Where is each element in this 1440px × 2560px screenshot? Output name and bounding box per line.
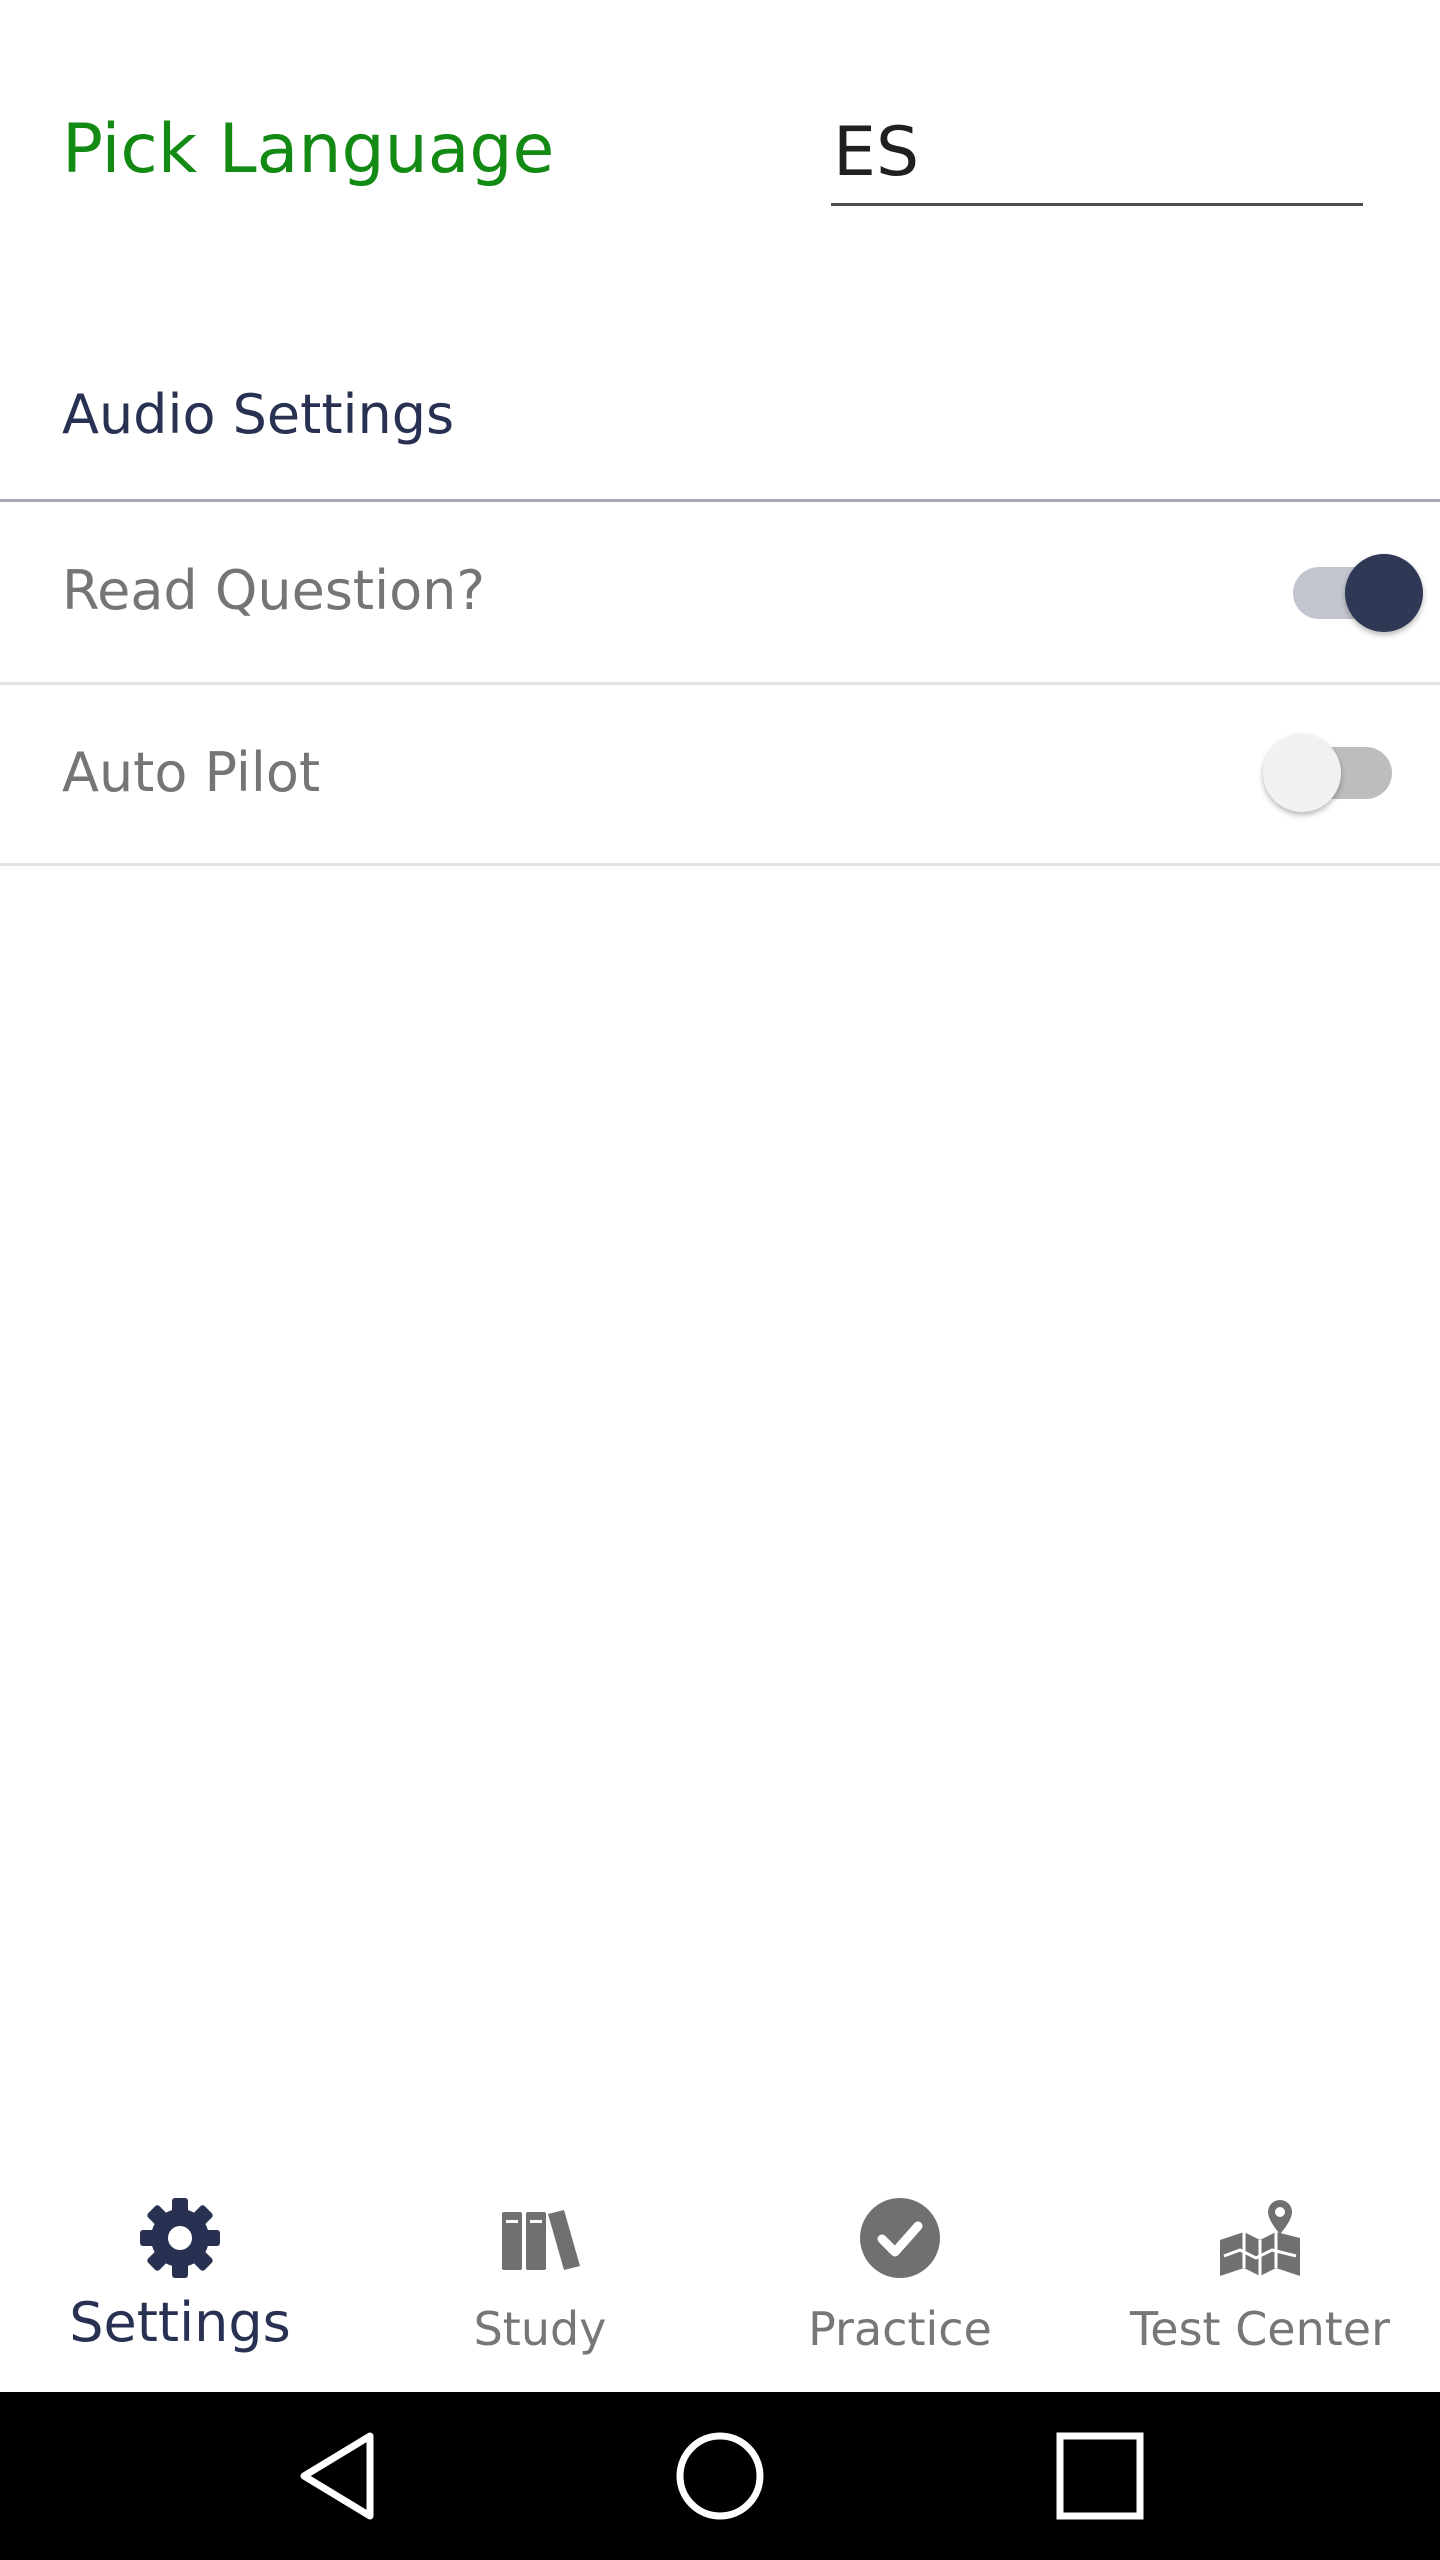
- back-icon[interactable]: [290, 2426, 390, 2526]
- language-input[interactable]: [831, 108, 1363, 206]
- read-question-label: Read Question?: [62, 559, 486, 622]
- read-question-toggle[interactable]: [1345, 554, 1423, 632]
- nav-item-practice[interactable]: Practice: [720, 2158, 1080, 2392]
- section-divider: [0, 499, 1440, 502]
- language-row: Pick Language: [0, 0, 1440, 260]
- nav-item-settings[interactable]: Settings: [0, 2158, 360, 2392]
- recents-icon[interactable]: [1050, 2426, 1150, 2526]
- map-pin-icon: [1220, 2200, 1300, 2276]
- nav-label-test-center: Test Center: [1129, 2302, 1391, 2356]
- audio-settings-heading: Audio Settings: [62, 383, 455, 446]
- auto-pilot-toggle[interactable]: [1263, 734, 1341, 812]
- auto-pilot-row[interactable]: Auto Pilot: [0, 685, 1440, 863]
- nav-label-settings: Settings: [69, 2291, 291, 2354]
- check-circle-icon: [860, 2198, 940, 2278]
- row-divider: [0, 863, 1440, 866]
- system-navigation-bar: [0, 2392, 1440, 2560]
- auto-pilot-label: Auto Pilot: [62, 741, 321, 804]
- pick-language-label: Pick Language: [62, 110, 555, 189]
- nav-label-practice: Practice: [808, 2302, 992, 2356]
- nav-item-test-center[interactable]: Test Center: [1080, 2158, 1440, 2392]
- nav-item-study[interactable]: Study: [360, 2158, 720, 2392]
- books-icon: [502, 2210, 580, 2270]
- home-icon[interactable]: [670, 2426, 770, 2526]
- nav-label-study: Study: [473, 2302, 607, 2356]
- gear-icon: [140, 2198, 220, 2278]
- read-question-row[interactable]: Read Question?: [0, 503, 1440, 681]
- bottom-navigation: Settings Study Practice Test Center: [0, 2158, 1440, 2392]
